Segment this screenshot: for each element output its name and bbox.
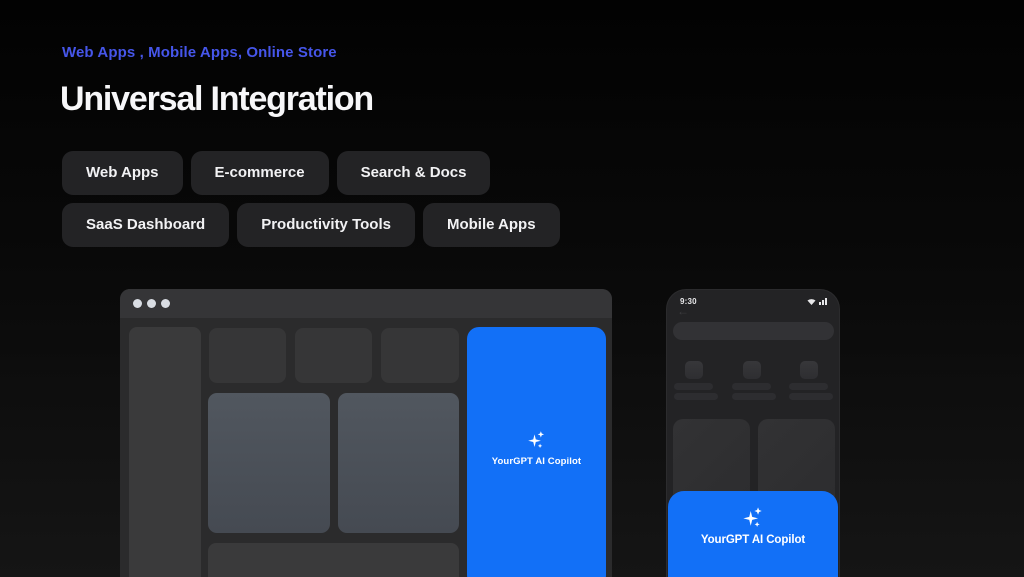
- window-dot-icon: [133, 299, 142, 308]
- phone-mockup: 9:30 ←: [666, 289, 840, 577]
- window-dot-icon: [147, 299, 156, 308]
- sparkles-icon: [527, 430, 546, 449]
- skeleton-block: [208, 543, 459, 577]
- search-bar-skeleton: [673, 322, 834, 340]
- feature-icon-skeleton: [800, 361, 818, 379]
- filter-pill-search-docs[interactable]: Search & Docs: [337, 151, 491, 195]
- copilot-card: YourGPT AI Copilot: [668, 491, 838, 577]
- desktop-browser-mockup: YourGPT AI Copilot: [120, 289, 612, 577]
- browser-titlebar: [120, 289, 612, 318]
- content-blocks-skeleton: [208, 393, 459, 533]
- feature-column: [732, 361, 776, 400]
- feature-column: [789, 361, 833, 400]
- phone-status-bar: 9:30: [667, 295, 839, 307]
- copilot-panel: YourGPT AI Copilot: [467, 327, 606, 577]
- feature-icon-skeleton: [743, 361, 761, 379]
- skeleton-block: [295, 328, 372, 383]
- page-title: Universal Integration: [60, 80, 373, 119]
- skeleton-card: [208, 393, 330, 533]
- text-bar-skeleton: [789, 383, 828, 390]
- text-bar-skeleton: [732, 383, 771, 390]
- text-bar-skeleton: [732, 393, 776, 400]
- skeleton-block: [209, 328, 286, 383]
- text-bar-skeleton: [674, 393, 718, 400]
- status-icons: [807, 298, 828, 305]
- feature-icon-skeleton: [685, 361, 703, 379]
- integration-filters: Web Apps E-commerce Search & Docs SaaS D…: [62, 151, 652, 247]
- page-background: Web Apps , Mobile Apps, Online Store Uni…: [0, 0, 1024, 577]
- window-dot-icon: [161, 299, 170, 308]
- filter-pill-saas-dashboard[interactable]: SaaS Dashboard: [62, 203, 229, 247]
- wifi-icon: [807, 298, 816, 305]
- skeleton-block: [381, 328, 459, 383]
- sidebar-skeleton: [129, 327, 201, 577]
- filter-pill-e-commerce[interactable]: E-commerce: [191, 151, 329, 195]
- filter-pill-productivity-tools[interactable]: Productivity Tools: [237, 203, 415, 247]
- sparkles-icon: [742, 506, 764, 528]
- skeleton-card: [338, 393, 460, 533]
- text-bar-skeleton: [789, 393, 833, 400]
- feature-column: [674, 361, 718, 400]
- back-arrow-icon: ←: [677, 304, 689, 318]
- text-bar-skeleton: [674, 383, 713, 390]
- signal-icon: [819, 298, 828, 305]
- filter-pill-mobile-apps[interactable]: Mobile Apps: [423, 203, 560, 247]
- copilot-panel-label: YourGPT AI Copilot: [492, 456, 581, 467]
- hero-eyebrow: Web Apps , Mobile Apps, Online Store: [62, 44, 337, 61]
- copilot-card-label: YourGPT AI Copilot: [701, 534, 805, 546]
- filter-pill-web-apps[interactable]: Web Apps: [62, 151, 183, 195]
